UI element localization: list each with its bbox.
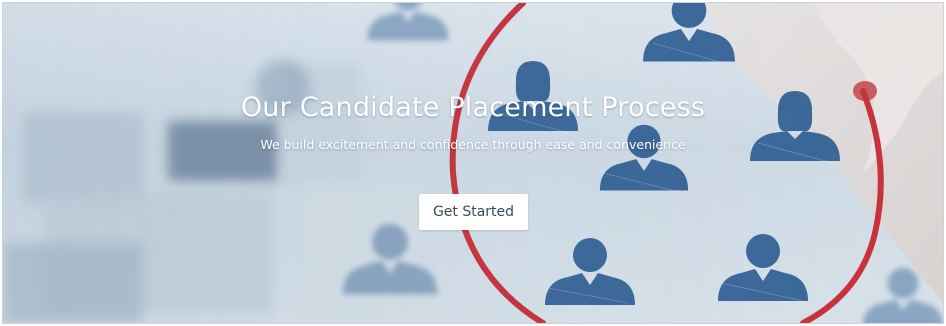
hero-banner xyxy=(2,2,944,324)
hero-subtitle: We build excitement and confidence throu… xyxy=(260,137,686,152)
hero-overlay xyxy=(3,3,943,323)
hero-title: Our Candidate Placement Process xyxy=(240,92,706,123)
get-started-button[interactable]: Get Started xyxy=(419,194,528,230)
